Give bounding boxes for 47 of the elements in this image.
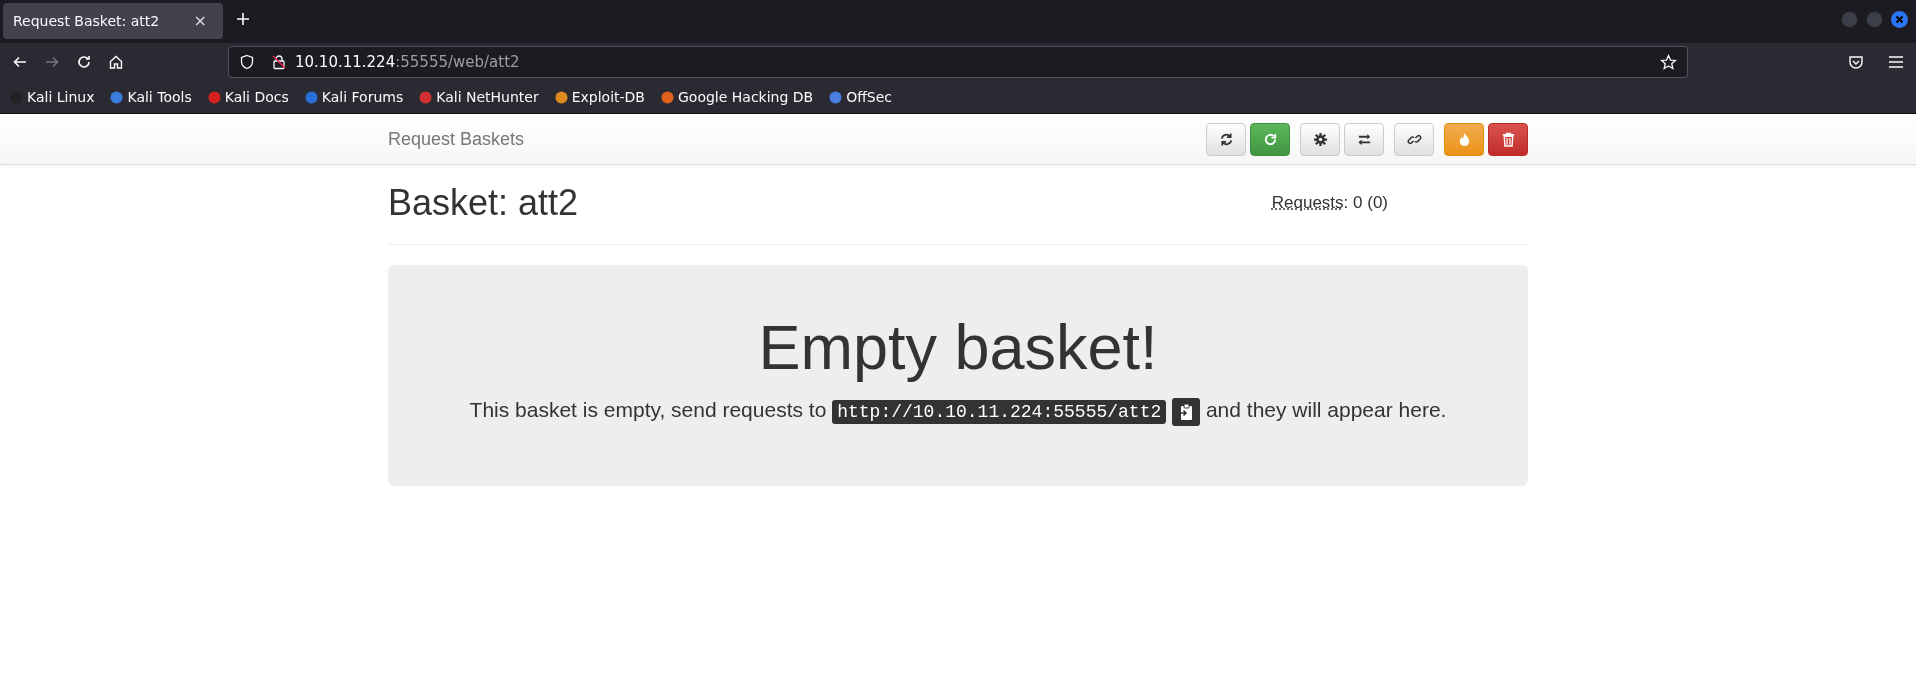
insecure-lock-icon bbox=[271, 54, 287, 70]
reload-icon[interactable] bbox=[76, 54, 92, 70]
browser-tab[interactable]: Request Basket: att2 × bbox=[3, 3, 223, 39]
requests-count: : 0 (0) bbox=[1343, 192, 1388, 212]
app-brand[interactable]: Request Baskets bbox=[388, 125, 525, 153]
close-button[interactable] bbox=[1891, 11, 1908, 28]
empty-message: and they will appear here. bbox=[1205, 398, 1447, 422]
plus-icon[interactable] bbox=[235, 11, 251, 27]
clipboard-icon bbox=[1178, 402, 1195, 421]
delete-button[interactable] bbox=[1488, 122, 1528, 156]
pocket-icon[interactable] bbox=[1848, 54, 1864, 70]
copy-url-button[interactable] bbox=[1172, 397, 1201, 426]
menu-icon[interactable] bbox=[1888, 55, 1904, 69]
bookmark-link[interactable]: Kali NetHunter bbox=[436, 86, 539, 108]
link-button[interactable] bbox=[1394, 122, 1434, 156]
bookmark-link[interactable]: Kali Tools bbox=[127, 86, 192, 108]
flame-button[interactable] bbox=[1444, 122, 1484, 156]
bookmark-link[interactable]: Exploit-DB bbox=[571, 86, 645, 108]
address-bar[interactable]: 10.10.11.224:55555/web/att2 bbox=[228, 46, 1688, 78]
bookmark-link[interactable]: OffSec bbox=[846, 86, 893, 108]
bookmark-link[interactable]: Google Hacking DB bbox=[678, 86, 814, 108]
reload-button[interactable] bbox=[1250, 122, 1290, 156]
empty-message: This basket is empty, send requests to bbox=[469, 398, 827, 422]
tab-title: Request Basket: att2 bbox=[13, 11, 160, 31]
home-icon[interactable] bbox=[108, 54, 124, 70]
forward-arrow-icon[interactable] bbox=[44, 54, 60, 70]
basket-title: Basket: att2 bbox=[388, 181, 579, 225]
swap-arrows-icon bbox=[1356, 131, 1372, 147]
refresh-icon bbox=[1218, 131, 1234, 147]
bookmark-link[interactable]: Kali Linux bbox=[27, 86, 95, 108]
empty-heading: Empty basket! bbox=[757, 313, 1159, 383]
bookmark-link[interactable]: Kali Docs bbox=[224, 86, 289, 108]
shield-icon bbox=[239, 54, 255, 70]
back-arrow-icon[interactable] bbox=[12, 54, 28, 70]
url-path: :55555/web/att2 bbox=[395, 52, 520, 71]
gear-icon bbox=[1312, 131, 1328, 147]
refresh-button[interactable] bbox=[1206, 122, 1246, 156]
bookmark-link[interactable]: Kali Forums bbox=[321, 86, 404, 108]
reload-icon bbox=[1262, 131, 1278, 147]
trash-icon bbox=[1500, 131, 1516, 147]
requests-label: Requests bbox=[1271, 192, 1344, 212]
tab-close-button[interactable]: × bbox=[187, 8, 213, 34]
swap-button[interactable] bbox=[1344, 122, 1384, 156]
basket-url: http://10.10.11.224:55555/att2 bbox=[832, 400, 1167, 425]
star-icon[interactable] bbox=[1660, 53, 1677, 71]
settings-button[interactable] bbox=[1300, 122, 1340, 156]
url-host: 10.10.11.224 bbox=[295, 52, 396, 71]
